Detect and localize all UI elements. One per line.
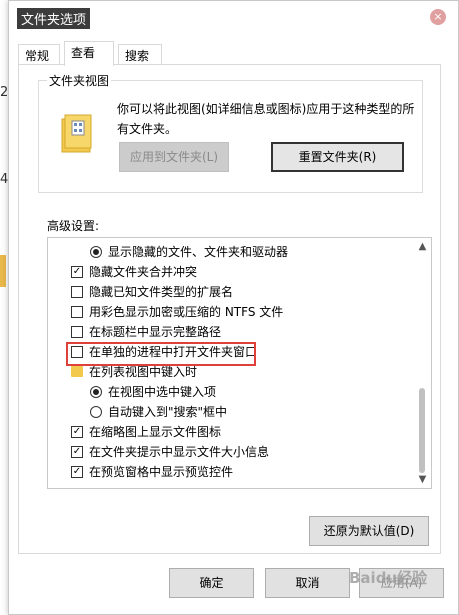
checkbox-checked-icon[interactable]: ✓ (71, 266, 83, 278)
checkbox-checked-icon[interactable]: ✓ (71, 466, 83, 478)
advanced-setting-label: 在视图中选中键入项 (108, 385, 217, 399)
scroll-down-icon[interactable]: ▼ (414, 471, 431, 488)
advanced-setting-label: 隐藏文件夹合并冲突 (89, 265, 198, 279)
background-image-fragment (0, 255, 6, 287)
checkbox-checked-icon[interactable]: ✓ (71, 446, 83, 458)
folder-view-description: 你可以将此视图(如详细信息或图标)应用于这种类型的所有文件夹。 (117, 102, 415, 136)
tab-view[interactable]: 查看 (64, 41, 114, 66)
advanced-setting-label: 隐藏已知文件类型的扩展名 (89, 285, 234, 299)
tab-search[interactable]: 搜索 (118, 44, 162, 65)
radio-selected-icon[interactable] (90, 246, 102, 258)
apply-to-folders-button[interactable]: 应用到文件夹(L) (119, 142, 229, 172)
advanced-setting-label: 显示隐藏的文件、文件夹和驱动器 (108, 245, 289, 259)
title-bar: 文件夹选项 × (9, 1, 458, 33)
advanced-setting-label: 在缩略图上显示文件图标 (89, 425, 222, 439)
folder-icon (71, 366, 83, 377)
close-icon: × (433, 10, 443, 23)
ok-button[interactable]: 确定 (169, 568, 254, 598)
highlight-box (66, 342, 256, 366)
restore-defaults-button[interactable]: 还原为默认值(D) (309, 516, 429, 546)
advanced-settings-label: 高级设置: (47, 219, 100, 233)
close-button[interactable]: × (430, 9, 446, 25)
reset-folders-button[interactable]: 重置文件夹(R) (271, 142, 404, 172)
advanced-setting-label: 在预览窗格中显示预览控件 (89, 465, 234, 479)
folder-view-group: 文件夹视图 你可以将此视图(如详细信息或图标)应用于这种类型的所有文件夹。 应用… (38, 72, 423, 193)
advanced-settings-list[interactable]: 显示隐藏的文件、文件夹和驱动器 ✓ 隐藏文件夹合并冲突隐藏已知文件类型的扩展名用彩色… (47, 237, 432, 489)
advanced-setting-label: 用彩色显示加密或压缩的 NTFS 文件 (89, 305, 284, 319)
folder-options-dialog: 文件夹选项 × 常规 查看 搜索 文件夹视图 你可以将此视图(如详细信息或图标)… (8, 0, 459, 615)
window-title: 文件夹选项 (17, 8, 91, 29)
view-tab-page: 文件夹视图 你可以将此视图(如详细信息或图标)应用于这种类型的所有文件夹。 应用… (18, 64, 441, 554)
folder-view-icon (61, 114, 92, 153)
checkbox-unchecked-icon[interactable] (71, 286, 83, 298)
list-scrollbar[interactable]: ▲ ▼ (414, 238, 431, 488)
checkbox-unchecked-icon[interactable] (71, 326, 83, 338)
advanced-setting-label: 在文件夹提示中显示文件大小信息 (89, 445, 270, 459)
scroll-thumb[interactable] (419, 388, 425, 473)
advanced-setting-label: 在标题栏中显示完整路径 (89, 325, 222, 339)
apply-button[interactable]: 应用(A) (359, 568, 444, 598)
checkbox-unchecked-icon[interactable] (71, 306, 83, 318)
advanced-setting-label: 自动键入到"搜索"框中 (108, 405, 228, 419)
cancel-button[interactable]: 取消 (265, 568, 350, 598)
scroll-up-icon[interactable]: ▲ (414, 238, 431, 255)
folder-view-label: 文件夹视图 (47, 72, 112, 89)
radio-unselected-icon[interactable] (90, 406, 102, 418)
tab-general[interactable]: 常规 (18, 44, 60, 65)
checkbox-checked-icon[interactable]: ✓ (71, 426, 83, 438)
radio-selected-icon[interactable] (90, 386, 102, 398)
